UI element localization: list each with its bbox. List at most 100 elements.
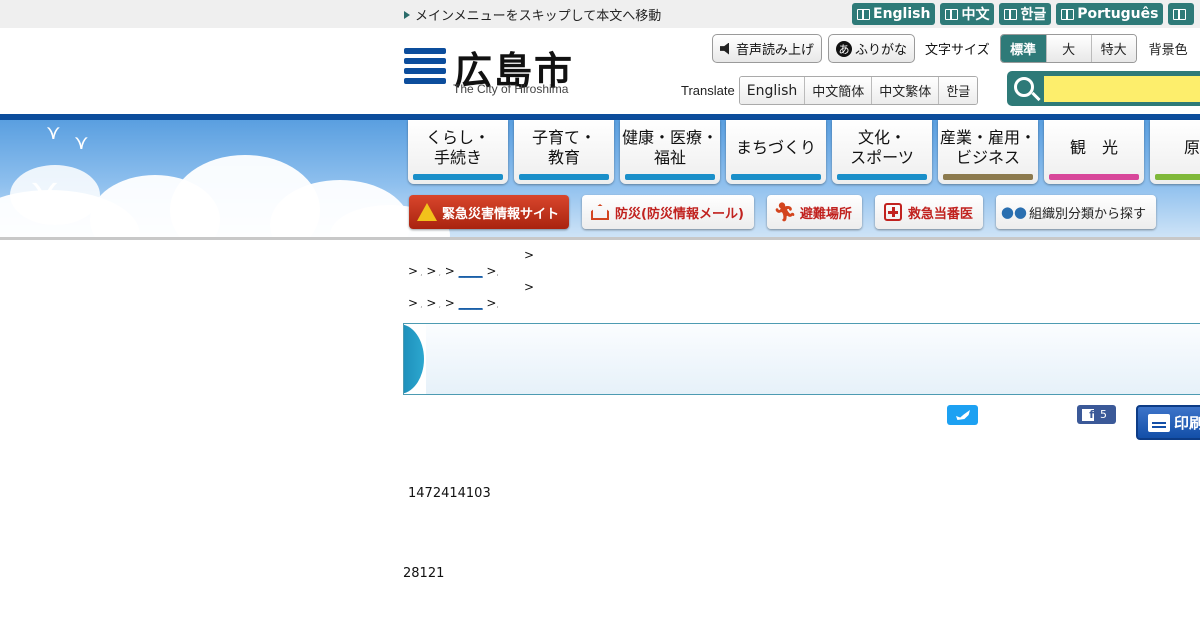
site-logo[interactable]: 広島市 The City of Hiroshima bbox=[404, 42, 584, 102]
breadcrumb: > , > , > ____ >, bbox=[408, 296, 499, 310]
nav-item[interactable]: 観 光 bbox=[1044, 120, 1144, 184]
nav-item-label: くらし・ 手続き bbox=[425, 128, 490, 167]
nav-color-bar bbox=[837, 174, 927, 180]
breadcrumb-link[interactable]: ____ bbox=[459, 296, 483, 310]
breadcrumb-link[interactable]: ____ bbox=[459, 264, 483, 278]
banner-bottom-line bbox=[0, 237, 1200, 240]
emergency-doctor-button[interactable]: 救急当番医 bbox=[874, 195, 983, 229]
disaster-prevention-label: 防災(防災情報メール) bbox=[615, 206, 744, 222]
emergency-disaster-button[interactable]: 緊急災害情報サイト bbox=[409, 195, 570, 229]
translate-label: Translate bbox=[681, 83, 735, 98]
breadcrumb-tail: > bbox=[524, 248, 535, 262]
lang-english-button[interactable]: English bbox=[852, 3, 936, 25]
furigana-label: ふりがな bbox=[855, 43, 908, 58]
bird-icon: ⋎ bbox=[74, 130, 89, 154]
lang-korean-button[interactable]: 한글 bbox=[999, 3, 1052, 25]
nav-item-label: まちづくり bbox=[735, 138, 816, 157]
nav-item[interactable]: まちづくり bbox=[726, 120, 826, 184]
nav-item[interactable]: くらし・ 手続き bbox=[408, 120, 508, 184]
nav-item[interactable]: 原爆 bbox=[1150, 120, 1200, 184]
city-emblem-icon bbox=[404, 48, 446, 84]
translate-chinese-simplified-button[interactable]: 中文簡体 bbox=[804, 77, 872, 104]
nav-item[interactable]: 産業・雇用・ ビジネス bbox=[938, 120, 1038, 184]
nav-color-bar bbox=[519, 174, 609, 180]
twitter-share-button[interactable] bbox=[947, 405, 978, 425]
lang-chinese-button[interactable]: 中文 bbox=[940, 3, 995, 25]
medical-cross-icon bbox=[883, 202, 903, 222]
org-search-button[interactable]: ●● 組織別分類から探す bbox=[995, 195, 1156, 229]
language-links: English 中文 한글 Português bbox=[852, 3, 1195, 25]
emergency-disaster-label: 緊急災害情報サイト bbox=[442, 206, 560, 222]
nav-color-bar bbox=[413, 174, 503, 180]
content-number: 1472414103 bbox=[408, 486, 491, 501]
dove-icon: ⋎ bbox=[30, 170, 60, 216]
nav-item[interactable]: 文化・ スポーツ bbox=[832, 120, 932, 184]
furigana-button[interactable]: あ ふりがな bbox=[828, 34, 916, 63]
house-icon bbox=[590, 202, 610, 222]
breadcrumb-sep: > bbox=[444, 264, 455, 278]
nav-item[interactable]: 子育て・ 教育 bbox=[514, 120, 614, 184]
breadcrumb-sep: > bbox=[444, 296, 455, 310]
facebook-icon: f bbox=[1082, 408, 1094, 421]
book-icon bbox=[1061, 8, 1075, 20]
facebook-count: 5 bbox=[1100, 408, 1107, 421]
site-search bbox=[1007, 71, 1200, 106]
nav-color-bar bbox=[943, 174, 1033, 180]
evacuation-site-label: 避難場所 bbox=[799, 206, 852, 222]
nav-color-bar bbox=[625, 174, 715, 180]
facebook-share-button[interactable]: f 5 bbox=[1077, 405, 1116, 424]
running-person-icon: 🏃︎ bbox=[773, 201, 797, 223]
nav-color-bar bbox=[1155, 174, 1200, 180]
translate-options: English 中文簡体 中文繁体 한글 bbox=[738, 76, 979, 105]
breadcrumb-sep: > bbox=[486, 296, 497, 310]
lang-portuguese-button[interactable]: Português bbox=[1056, 3, 1164, 25]
content-number: 28121 bbox=[403, 566, 445, 581]
nav-color-bar bbox=[731, 174, 821, 180]
org-search-label: 組織別分類から探す bbox=[1028, 206, 1146, 222]
nav-item-label: 産業・雇用・ ビジネス bbox=[939, 128, 1036, 167]
breadcrumb-sep: > bbox=[486, 264, 497, 278]
breadcrumb-sep: > bbox=[408, 264, 419, 278]
search-input[interactable] bbox=[1044, 76, 1200, 102]
skip-link[interactable]: メインメニューをスキップして本文へ移動 bbox=[404, 5, 661, 24]
translate-korean-button[interactable]: 한글 bbox=[938, 77, 978, 104]
arrow-right-icon bbox=[404, 10, 410, 19]
font-size-selector: 標準 大 特大 bbox=[999, 34, 1137, 63]
translate-chinese-traditional-button[interactable]: 中文繁体 bbox=[871, 77, 939, 104]
font-size-standard-button[interactable]: 標準 bbox=[1000, 35, 1046, 62]
hiragana-icon: あ bbox=[836, 40, 853, 57]
breadcrumb-sep: > bbox=[408, 296, 419, 310]
translate-tools: Translate English 中文簡体 中文繁体 한글 bbox=[681, 76, 979, 105]
top-bar: メインメニューをスキップして本文へ移動 English 中文 한글 Portug… bbox=[0, 0, 1200, 28]
font-size-xlarge-button[interactable]: 特大 bbox=[1090, 35, 1136, 62]
breadcrumb: > , > , > ____ >, bbox=[408, 264, 499, 278]
disaster-prevention-button[interactable]: 防災(防災情報メール) bbox=[582, 195, 754, 229]
nav-item-label: 健康・医療・ 福祉 bbox=[621, 128, 718, 167]
quick-links: 緊急災害情報サイト 防災(防災情報メール) 🏃︎ 避難場所 救急当番医 ●● 組… bbox=[409, 195, 1156, 229]
nav-item-label: 原爆 bbox=[1183, 138, 1200, 157]
people-icon: ●● bbox=[1000, 203, 1028, 221]
warning-icon bbox=[417, 202, 437, 222]
font-size-large-button[interactable]: 大 bbox=[1045, 35, 1091, 62]
evacuation-site-button[interactable]: 🏃︎ 避難場所 bbox=[766, 195, 862, 229]
lang-label: Português bbox=[1077, 6, 1159, 22]
nav-item-label: 観 光 bbox=[1069, 138, 1118, 157]
lang-more-button[interactable] bbox=[1168, 3, 1195, 25]
voice-reader-label: 音声読み上げ bbox=[736, 43, 815, 58]
lang-label: 한글 bbox=[1020, 7, 1047, 23]
speaker-icon bbox=[720, 42, 729, 55]
breadcrumb-sep: > bbox=[426, 264, 437, 278]
bird-icon: ⋎ bbox=[46, 120, 61, 144]
logo-subtitle: The City of Hiroshima bbox=[453, 82, 569, 96]
nav-item[interactable]: 健康・医療・ 福祉 bbox=[620, 120, 720, 184]
book-icon bbox=[945, 8, 959, 20]
book-icon bbox=[1173, 8, 1187, 20]
lang-label: English bbox=[873, 6, 931, 22]
background-color-label: 背景色 bbox=[1148, 43, 1188, 58]
lang-label: 中文 bbox=[961, 7, 990, 23]
voice-reader-button[interactable]: 音声読み上げ bbox=[712, 34, 823, 63]
translate-english-button[interactable]: English bbox=[739, 77, 805, 104]
print-button[interactable]: 印刷 bbox=[1136, 405, 1200, 440]
search-icon[interactable] bbox=[1014, 77, 1034, 97]
book-icon bbox=[857, 8, 870, 20]
